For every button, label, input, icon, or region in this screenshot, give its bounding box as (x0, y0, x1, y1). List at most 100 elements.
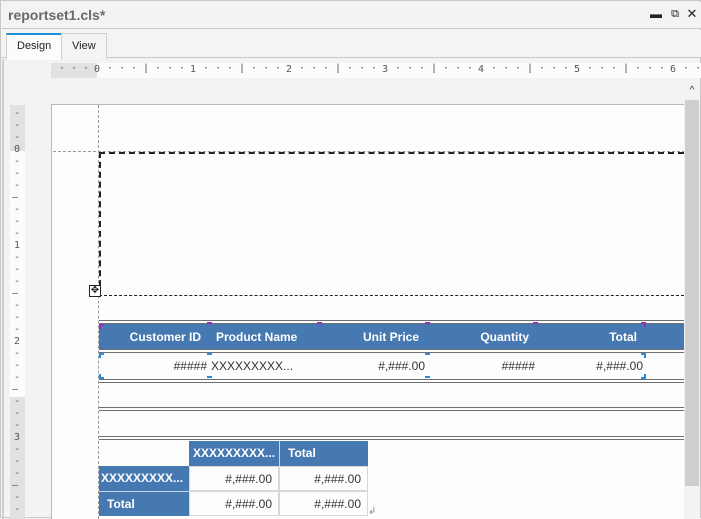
move-handle-icon[interactable]: ✥ (89, 285, 101, 297)
ruler-label: 1 (190, 64, 197, 75)
page-header-band[interactable] (99, 152, 684, 296)
selection-marker (425, 353, 430, 358)
header-customer-id[interactable]: Customer ID (99, 324, 201, 350)
vertical-scrollbar[interactable]: ^ (684, 83, 700, 519)
ruler-tick: · (155, 63, 162, 74)
table-detail-row[interactable]: ##### XXXXXXXXX... #,###.00 ##### #,###.… (99, 353, 684, 379)
ruler-tick: - (14, 180, 21, 191)
ruler-tick: · (503, 63, 510, 74)
ruler-tick: - (14, 276, 21, 287)
crosstab-cell[interactable]: #,###.00 (279, 491, 368, 516)
ruler-tick: - (14, 312, 21, 323)
crosstab-cell[interactable]: #,###.00 (189, 466, 279, 491)
ruler-label: 2 (286, 64, 293, 75)
ruler-tick: · (107, 63, 114, 74)
ruler-tick: · (323, 63, 330, 74)
tab-view[interactable]: View (61, 33, 107, 59)
ruler-tick: · (443, 63, 450, 74)
restore-icon[interactable]: ⧉ (669, 8, 681, 20)
ruler-tick: · (455, 63, 462, 74)
resize-corner-icon[interactable]: ↲ (368, 506, 376, 517)
ruler-tick: - (14, 408, 21, 419)
ruler-label: 4 (478, 64, 485, 75)
ruler-label: 1 (14, 240, 21, 251)
ruler-tick: — (12, 384, 19, 395)
ruler-label: 0 (94, 64, 101, 75)
selection-marker (99, 353, 104, 358)
table-separator (99, 407, 684, 411)
ruler-tick: · (311, 63, 318, 74)
ruler-tick: · (83, 63, 90, 74)
ruler-tick: · (551, 63, 558, 74)
ruler-tick: - (14, 504, 21, 515)
selection-marker (99, 324, 104, 329)
ruler-tick: · (167, 63, 174, 74)
ruler-tick: - (14, 300, 21, 311)
ruler-tick: | (623, 63, 630, 74)
ruler-tick: | (527, 63, 534, 74)
ruler-tick: - (14, 420, 21, 431)
ruler-tick: · (659, 63, 666, 74)
left-edge (2, 59, 4, 519)
ruler-label: 0 (14, 144, 21, 155)
ruler-tick: - (14, 252, 21, 263)
close-icon[interactable]: ✕ (686, 7, 698, 20)
minimize-icon[interactable]: ▬ (650, 8, 662, 20)
ruler-tick: · (419, 63, 426, 74)
selection-marker (207, 353, 212, 358)
ruler-tick: - (14, 372, 21, 383)
table-header-row[interactable]: Customer ID Product Name Unit Price Quan… (99, 324, 684, 350)
ruler-tick: - (14, 108, 21, 119)
ruler-label: 2 (14, 336, 21, 347)
cell-customer-id[interactable]: ##### (99, 353, 207, 379)
ruler-tick: · (179, 63, 186, 74)
ruler-tick: · (395, 63, 402, 74)
selection-marker (317, 322, 322, 327)
ruler-tick: · (647, 63, 654, 74)
crosstab-row-header[interactable]: XXXXXXXXX... (99, 466, 189, 491)
ruler-tick: · (59, 63, 66, 74)
crosstab-cell[interactable]: #,###.00 (279, 466, 368, 491)
ruler-tick: - (14, 324, 21, 335)
crosstab-column-header[interactable]: XXXXXXXXX... (189, 441, 279, 466)
ruler-tick: · (695, 63, 701, 74)
selection-marker (207, 322, 212, 327)
ruler-tick: · (227, 63, 234, 74)
ruler-tick: - (14, 132, 21, 143)
ruler-label: 5 (574, 64, 581, 75)
scroll-up-icon[interactable]: ^ (684, 83, 700, 99)
tab-design[interactable]: Design (6, 33, 62, 60)
header-quantity[interactable]: Quantity (427, 324, 529, 350)
ruler-tick: · (635, 63, 642, 74)
title-bar: reportset1.cls* ▬ ⧉ ✕ (2, 2, 701, 29)
ruler-tick: | (143, 63, 150, 74)
cell-quantity[interactable]: ##### (429, 353, 535, 379)
ruler-tick: · (119, 63, 126, 74)
ruler-tick: — (12, 192, 19, 203)
cell-total[interactable]: #,###.00 (539, 353, 643, 379)
crosstab-row-total[interactable]: Total (99, 491, 189, 516)
selection-marker (641, 322, 646, 327)
ruler-tick: - (14, 156, 21, 167)
scrollbar-thumb[interactable] (685, 100, 699, 486)
crosstab-column-total[interactable]: Total (279, 441, 368, 466)
ruler-label: 6 (670, 64, 677, 75)
ruler-tick: · (203, 63, 210, 74)
ruler-tick: - (14, 204, 21, 215)
cell-unit-price[interactable]: #,###.00 (321, 353, 425, 379)
crosstab-cell[interactable]: #,###.00 (189, 491, 279, 516)
ruler-tick: · (587, 63, 594, 74)
horizontal-ruler: · · · 0 · · · | · · · 1 · · · | · · · 2 · · · | · · · 3 · · · | · · · 4 · · · |… (51, 63, 701, 78)
ruler-tick: — (12, 288, 19, 299)
view-tab-bar: Design View (2, 30, 701, 60)
cell-product-name[interactable]: XXXXXXXXX... (211, 353, 321, 379)
ruler-tick: - (14, 216, 21, 227)
ruler-tick: - (14, 492, 21, 503)
header-total[interactable]: Total (539, 324, 637, 350)
ruler-tick: · (539, 63, 546, 74)
ruler-tick: - (14, 468, 21, 479)
ruler-tick: - (14, 444, 21, 455)
header-unit-price[interactable]: Unit Price (321, 324, 419, 350)
header-product-name[interactable]: Product Name (216, 324, 326, 350)
ruler-tick: · (563, 63, 570, 74)
